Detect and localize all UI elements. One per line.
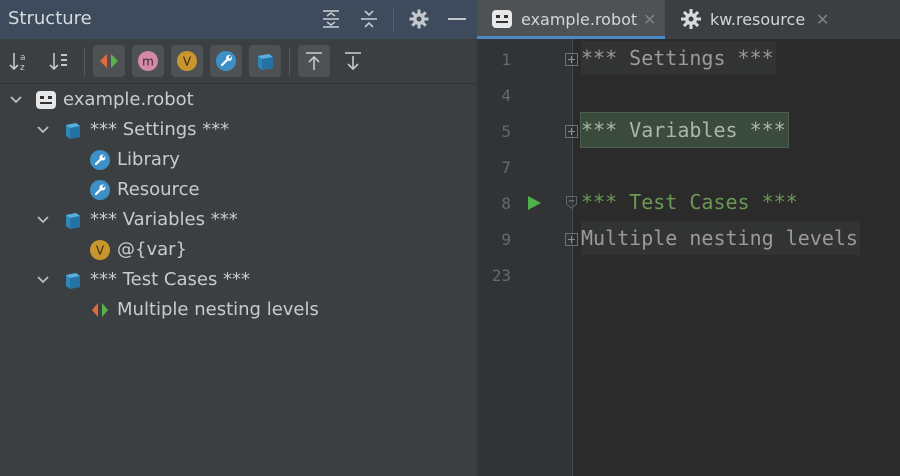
- fold-guide: [572, 39, 573, 476]
- expand-all-icon[interactable]: [320, 8, 342, 30]
- chevron-down-icon[interactable]: [35, 272, 51, 288]
- sort-by-type-icon[interactable]: [44, 45, 76, 77]
- code-line-settings[interactable]: *** Settings ***: [581, 41, 776, 75]
- run-icon[interactable]: [525, 194, 543, 212]
- show-variables-icon[interactable]: V: [171, 45, 203, 77]
- toolbar-separator: [289, 48, 290, 76]
- close-icon[interactable]: ✕: [643, 10, 656, 29]
- tree-item-variables-section[interactable]: *** Variables ***: [0, 205, 477, 235]
- tree-item-label: *** Test Cases ***: [90, 269, 251, 290]
- structure-panel: Structure a z m V example.robot *** Sett…: [0, 0, 477, 476]
- svg-text:V: V: [96, 244, 105, 258]
- structure-toolbar: a z m V: [0, 40, 477, 84]
- gear-icon: [681, 9, 701, 29]
- tree-item-label: *** Variables ***: [90, 209, 238, 230]
- tree-item-library[interactable]: Library: [0, 145, 477, 175]
- code-line-test-case[interactable]: Multiple nesting levels: [581, 221, 860, 255]
- fold-icon[interactable]: [565, 53, 578, 66]
- tree-item-label: @{var}: [117, 239, 187, 260]
- line-number: 9: [501, 230, 511, 249]
- svg-text:a: a: [20, 53, 26, 63]
- minimize-icon[interactable]: [446, 8, 468, 30]
- code-line-variables[interactable]: *** Variables ***: [580, 112, 789, 148]
- tree-item-root[interactable]: example.robot: [0, 85, 477, 115]
- robot-file-icon: [36, 91, 56, 109]
- navigate-from-source-icon[interactable]: [298, 45, 330, 77]
- svg-text:m: m: [142, 55, 154, 69]
- tree-item-label: Resource: [117, 179, 200, 200]
- section-icon: [66, 273, 80, 289]
- svg-text:z: z: [20, 63, 25, 73]
- wrench-icon: [90, 150, 110, 170]
- chevron-down-icon[interactable]: [35, 122, 51, 138]
- tree-item-label: *** Settings ***: [90, 119, 230, 140]
- tree-item-resource[interactable]: Resource: [0, 175, 477, 205]
- structure-header: Structure: [0, 0, 477, 39]
- collapse-all-icon[interactable]: [358, 8, 380, 30]
- chevron-down-icon[interactable]: [35, 212, 51, 228]
- sort-alphabetically-icon[interactable]: a z: [4, 45, 36, 77]
- line-number: 4: [501, 86, 511, 105]
- tree-item-test-case[interactable]: Multiple nesting levels: [0, 295, 477, 325]
- tree-item-label: Library: [117, 149, 180, 170]
- show-keywords-icon[interactable]: m: [132, 45, 164, 77]
- tree-item-label: Multiple nesting levels: [117, 299, 319, 320]
- line-number: 23: [491, 266, 511, 285]
- header-separator: [393, 8, 394, 32]
- editor-panel: example.robot ✕ kw.resource ✕ 1 4 5 7 8 …: [477, 0, 900, 476]
- robot-file-icon: [492, 10, 512, 28]
- close-icon[interactable]: ✕: [816, 10, 829, 29]
- wrench-icon: [90, 180, 110, 200]
- section-icon: [66, 213, 80, 229]
- line-number: 8: [501, 194, 511, 213]
- tree-item-variable[interactable]: V @{var}: [0, 235, 477, 265]
- editor-tab-bar: example.robot ✕ kw.resource ✕: [477, 0, 900, 39]
- tab-label: kw.resource: [710, 10, 806, 29]
- fold-icon[interactable]: [565, 125, 578, 138]
- unfold-icon[interactable]: [565, 196, 578, 209]
- show-sections-icon[interactable]: [249, 45, 281, 77]
- tree-item-settings-section[interactable]: *** Settings ***: [0, 115, 477, 145]
- code-line-test-cases[interactable]: *** Test Cases ***: [581, 185, 800, 219]
- line-number: 5: [501, 122, 511, 141]
- toolbar-separator: [84, 48, 85, 76]
- tree-item-label: example.robot: [63, 89, 194, 110]
- gear-icon[interactable]: [408, 8, 430, 30]
- tab-kw-resource[interactable]: kw.resource ✕: [666, 0, 836, 39]
- fold-icon[interactable]: [565, 233, 578, 246]
- show-test-cases-icon[interactable]: [93, 45, 125, 77]
- panel-title: Structure: [8, 8, 92, 29]
- chevron-down-icon[interactable]: [8, 92, 24, 108]
- variable-icon: V: [90, 240, 110, 260]
- line-number: 7: [501, 158, 511, 177]
- line-number: 1: [501, 50, 511, 69]
- navigate-to-source-icon[interactable]: [337, 45, 369, 77]
- test-case-icon: [92, 303, 108, 317]
- section-icon: [66, 123, 80, 139]
- svg-text:V: V: [183, 55, 192, 69]
- tab-example-robot[interactable]: example.robot ✕: [477, 0, 665, 39]
- show-imports-icon[interactable]: [210, 45, 242, 77]
- tree-item-test-cases-section[interactable]: *** Test Cases ***: [0, 265, 477, 295]
- tab-label: example.robot: [521, 10, 638, 29]
